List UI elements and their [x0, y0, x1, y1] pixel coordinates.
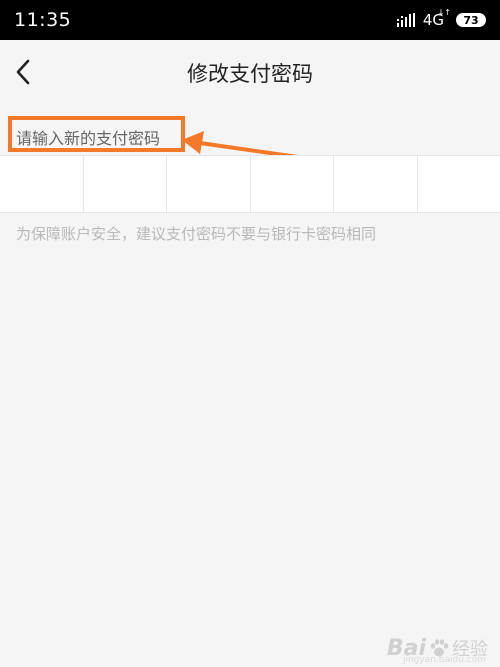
battery-icon: 73: [456, 13, 486, 27]
pin-box[interactable]: [251, 156, 334, 212]
security-hint: 为保障账户安全，建议支付密码不要与银行卡密码相同: [16, 225, 377, 243]
status-time: 11:35: [14, 9, 72, 31]
nav-header: 修改支付密码: [0, 40, 500, 106]
signal-icon: [396, 13, 415, 27]
pin-box[interactable]: [418, 156, 500, 212]
status-bar: 11:35 4G ↓↑ 73: [0, 0, 500, 40]
network-activity-icon: ↓↑: [437, 8, 451, 17]
annotation-highlight-box: [8, 116, 185, 152]
screen: 11:35 4G ↓↑ 73 修改支付密码 请输入新的支付密码 为保障账户安全，…: [0, 0, 500, 667]
pin-box[interactable]: [84, 156, 167, 212]
status-icons: 4G ↓↑ 73: [396, 8, 486, 31]
pin-input-row: [0, 155, 500, 213]
page-title: 修改支付密码: [187, 62, 313, 86]
watermark-url: jingyan.baidu.com: [402, 655, 486, 665]
network-type: 4G ↓↑: [422, 8, 451, 30]
pin-box[interactable]: [0, 156, 84, 212]
pin-box[interactable]: [167, 156, 251, 212]
pin-box[interactable]: [334, 156, 418, 212]
